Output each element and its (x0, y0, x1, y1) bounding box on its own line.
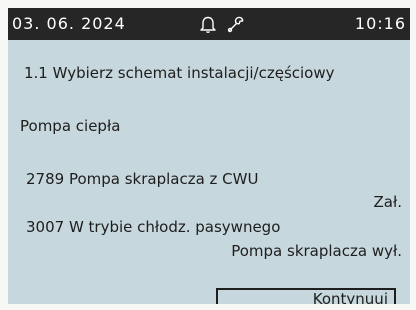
status-date: 03. 06. 2024 (12, 14, 126, 33)
status-icons (198, 14, 246, 34)
group-label: Pompa ciepła (20, 117, 121, 135)
screen-title: 1.1 Wybierz schemat instalacji/częściowy (24, 64, 335, 82)
parameter-value: Zał. (373, 193, 403, 211)
parameter-name: 3007 W trybie chłodz. pasywnego (26, 218, 281, 236)
settings-panel: 1.1 Wybierz schemat instalacji/częściowy… (8, 40, 410, 304)
device-frame: 03. 06. 2024 10:16 1.1 Wybierz schemat i… (0, 0, 416, 310)
status-time: 10:16 (354, 14, 406, 33)
status-bar: 03. 06. 2024 10:16 (8, 8, 410, 40)
bell-icon (198, 14, 218, 34)
parameter-value: Pompa skraplacza wył. (231, 242, 402, 260)
wrench-icon (226, 14, 246, 34)
display-screen: 03. 06. 2024 10:16 1.1 Wybierz schemat i… (8, 8, 410, 304)
continue-button[interactable]: Kontynuuj (216, 288, 396, 304)
parameter-name: 2789 Pompa skraplacza z CWU (26, 170, 259, 188)
